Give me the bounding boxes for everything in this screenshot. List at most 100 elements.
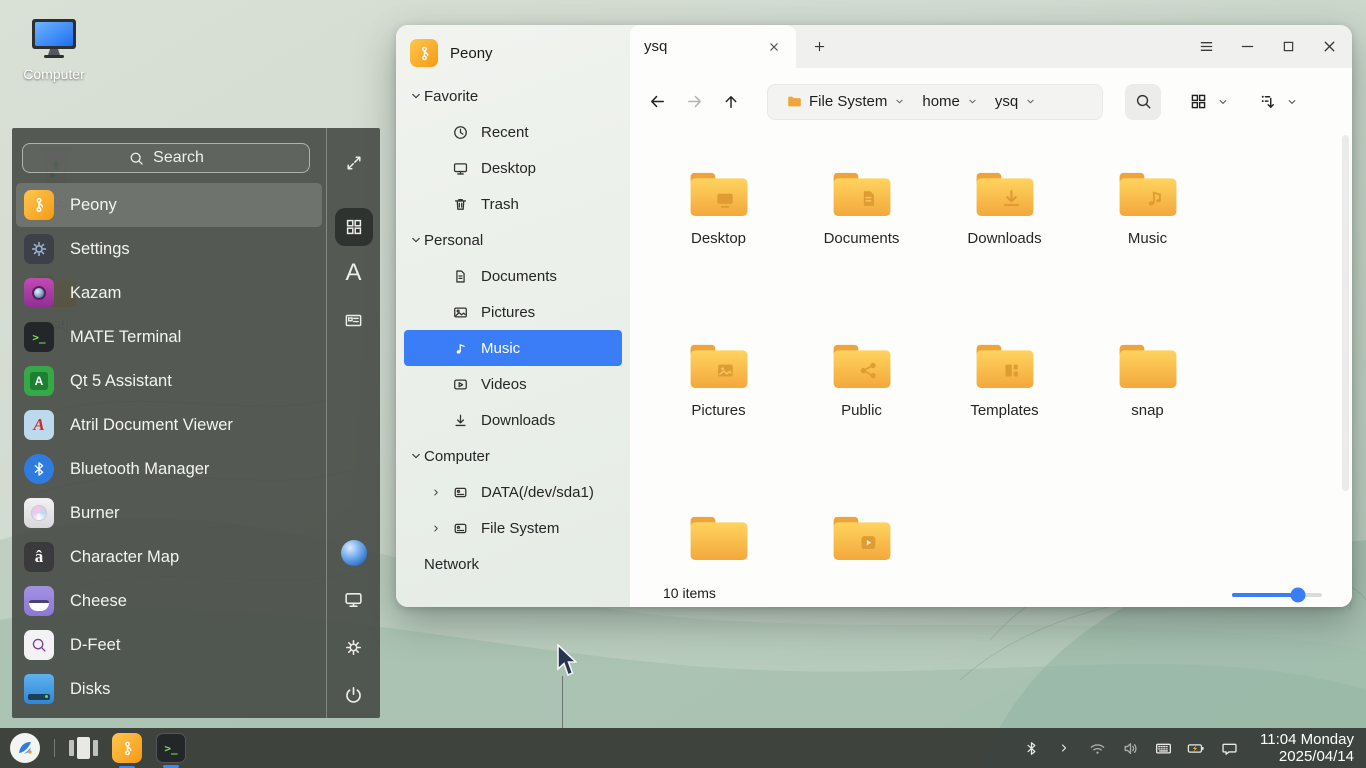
new-tab-button[interactable] (796, 25, 842, 68)
app-title-text: Peony (450, 45, 493, 62)
clock-date: 2025/04/14 (1260, 748, 1354, 765)
alphabetical-sort-button[interactable]: A (335, 254, 373, 292)
app-label: Bluetooth Manager (70, 460, 209, 479)
chevron-down-icon[interactable] (966, 95, 979, 108)
drive-icon (452, 484, 469, 501)
sidebar-item-trash[interactable]: Trash (396, 186, 630, 222)
launcher-search-input[interactable]: Search (22, 143, 310, 173)
chevron-down-icon[interactable] (1024, 95, 1037, 108)
chevron-down-icon (408, 448, 424, 464)
breadcrumb-file-system[interactable]: File System (778, 93, 914, 110)
power-button[interactable] (335, 675, 373, 713)
launcher-app-mate-terminal[interactable]: >_ MATE Terminal (16, 315, 322, 359)
folder-public[interactable]: Public (790, 340, 933, 512)
launcher-app-cheese[interactable]: Cheese (16, 579, 322, 623)
minimize-button[interactable] (1239, 38, 1256, 55)
folder-icon (786, 93, 803, 110)
sidebar-item-file-system[interactable]: File System (396, 510, 630, 546)
sidebar-item-recent[interactable]: Recent (396, 114, 630, 150)
close-window-button[interactable] (1321, 38, 1338, 55)
category-view-button[interactable] (335, 301, 373, 339)
keyboard-tray-icon[interactable] (1153, 738, 1173, 758)
launcher-app-character-map[interactable]: â Character Map (16, 535, 322, 579)
terminal-app-icon: >_ (24, 322, 54, 352)
window-menu-button[interactable] (1198, 38, 1215, 55)
launcher-app-burner[interactable]: Burner (16, 491, 322, 535)
taskbar-app-peony[interactable] (112, 733, 142, 763)
launcher-rail: A (327, 128, 380, 718)
slider-knob[interactable] (1290, 588, 1305, 603)
sidebar-item-desktop[interactable]: Desktop (396, 150, 630, 186)
app-label: Peony (70, 196, 117, 215)
launcher-app-atril[interactable]: A Atril Document Viewer (16, 403, 322, 447)
folder-unnamed[interactable] (647, 512, 790, 580)
search-icon (1134, 92, 1153, 111)
close-icon (1321, 38, 1338, 55)
sidebar-section-personal[interactable]: Personal (396, 222, 630, 258)
user-avatar-button[interactable] (335, 534, 373, 572)
battery-tray-icon[interactable] (1186, 738, 1206, 758)
tab-close-button[interactable] (766, 39, 782, 55)
launcher-app-qt5-assistant[interactable]: A Qt 5 Assistant (16, 359, 322, 403)
kazam-app-icon (24, 278, 54, 308)
window-controls (1198, 25, 1352, 68)
launcher-app-list: Peony Settings Kazam >_ MATE Terminal A … (16, 183, 322, 711)
launcher-app-disks[interactable]: Disks (16, 667, 322, 711)
folder-templates[interactable]: Templates (933, 340, 1076, 512)
chevron-down-icon[interactable] (893, 95, 906, 108)
folder-snap[interactable]: snap (1076, 340, 1219, 512)
sidebar-item-data-drive[interactable]: DATA(/dev/sda1) (396, 474, 630, 510)
sidebar-section-computer[interactable]: Computer (396, 438, 630, 474)
search-icon (128, 150, 145, 167)
launcher-app-peony[interactable]: Peony (16, 183, 322, 227)
taskbar-app-terminal[interactable]: >_ (156, 733, 186, 763)
start-menu-button[interactable] (10, 733, 40, 763)
volume-tray-icon[interactable] (1120, 738, 1140, 758)
launcher-app-bluetooth-manager[interactable]: Bluetooth Manager (16, 447, 322, 491)
search-button[interactable] (1125, 84, 1161, 120)
window-sidebar: Peony Favorite Recent Desktop Trash (396, 25, 630, 607)
breadcrumb-home[interactable]: home (914, 93, 987, 110)
up-button[interactable] (716, 87, 746, 117)
task-view-button[interactable] (69, 737, 98, 759)
taskbar-clock[interactable]: 11:04 Monday 2025/04/14 (1260, 731, 1354, 765)
computer-button[interactable] (335, 580, 373, 618)
vertical-scrollbar[interactable] (1342, 135, 1349, 491)
chevron-down-icon (1285, 95, 1299, 109)
avatar (341, 540, 367, 566)
tab-ysq[interactable]: ysq (630, 25, 796, 68)
folder-videos[interactable] (790, 512, 933, 580)
launcher-app-kazam[interactable]: Kazam (16, 271, 322, 315)
sidebar-item-videos[interactable]: Videos (396, 366, 630, 402)
view-mode-control[interactable] (1189, 92, 1230, 111)
forward-button[interactable] (679, 87, 709, 117)
settings-button[interactable] (335, 628, 373, 666)
bluetooth-tray-icon[interactable] (1021, 738, 1041, 758)
sidebar-section-favorite[interactable]: Favorite (396, 78, 630, 114)
sort-control[interactable] (1258, 92, 1299, 111)
sidebar-section-network[interactable]: Network (396, 546, 630, 582)
folder-music[interactable]: Music (1076, 168, 1219, 340)
chevron-right-icon (430, 522, 442, 535)
sidebar-item-music-selected[interactable]: Music (404, 330, 622, 366)
maximize-button[interactable] (1280, 38, 1297, 55)
folder-desktop[interactable]: Desktop (647, 168, 790, 340)
sidebar-item-downloads[interactable]: Downloads (396, 402, 630, 438)
folder-pictures[interactable]: Pictures (647, 340, 790, 512)
launcher-app-settings[interactable]: Settings (16, 227, 322, 271)
letter-a-icon: A (345, 259, 361, 287)
expand-launcher-button[interactable] (335, 144, 373, 182)
folder-documents[interactable]: Documents (790, 168, 933, 340)
folder-downloads[interactable]: Downloads (933, 168, 1076, 340)
breadcrumb-ysq[interactable]: ysq (987, 93, 1045, 110)
sidebar-item-documents[interactable]: Documents (396, 258, 630, 294)
tray-expand-chevron[interactable] (1054, 738, 1074, 758)
notification-tray-icon[interactable] (1219, 738, 1239, 758)
all-apps-view-button[interactable] (335, 208, 373, 246)
sidebar-item-pictures[interactable]: Pictures (396, 294, 630, 330)
wifi-tray-icon[interactable] (1087, 738, 1107, 758)
desktop-icon-computer[interactable]: Computer (6, 16, 102, 82)
icon-zoom-slider[interactable] (1232, 593, 1322, 597)
back-button[interactable] (642, 87, 672, 117)
launcher-app-dfeet[interactable]: D-Feet (16, 623, 322, 667)
